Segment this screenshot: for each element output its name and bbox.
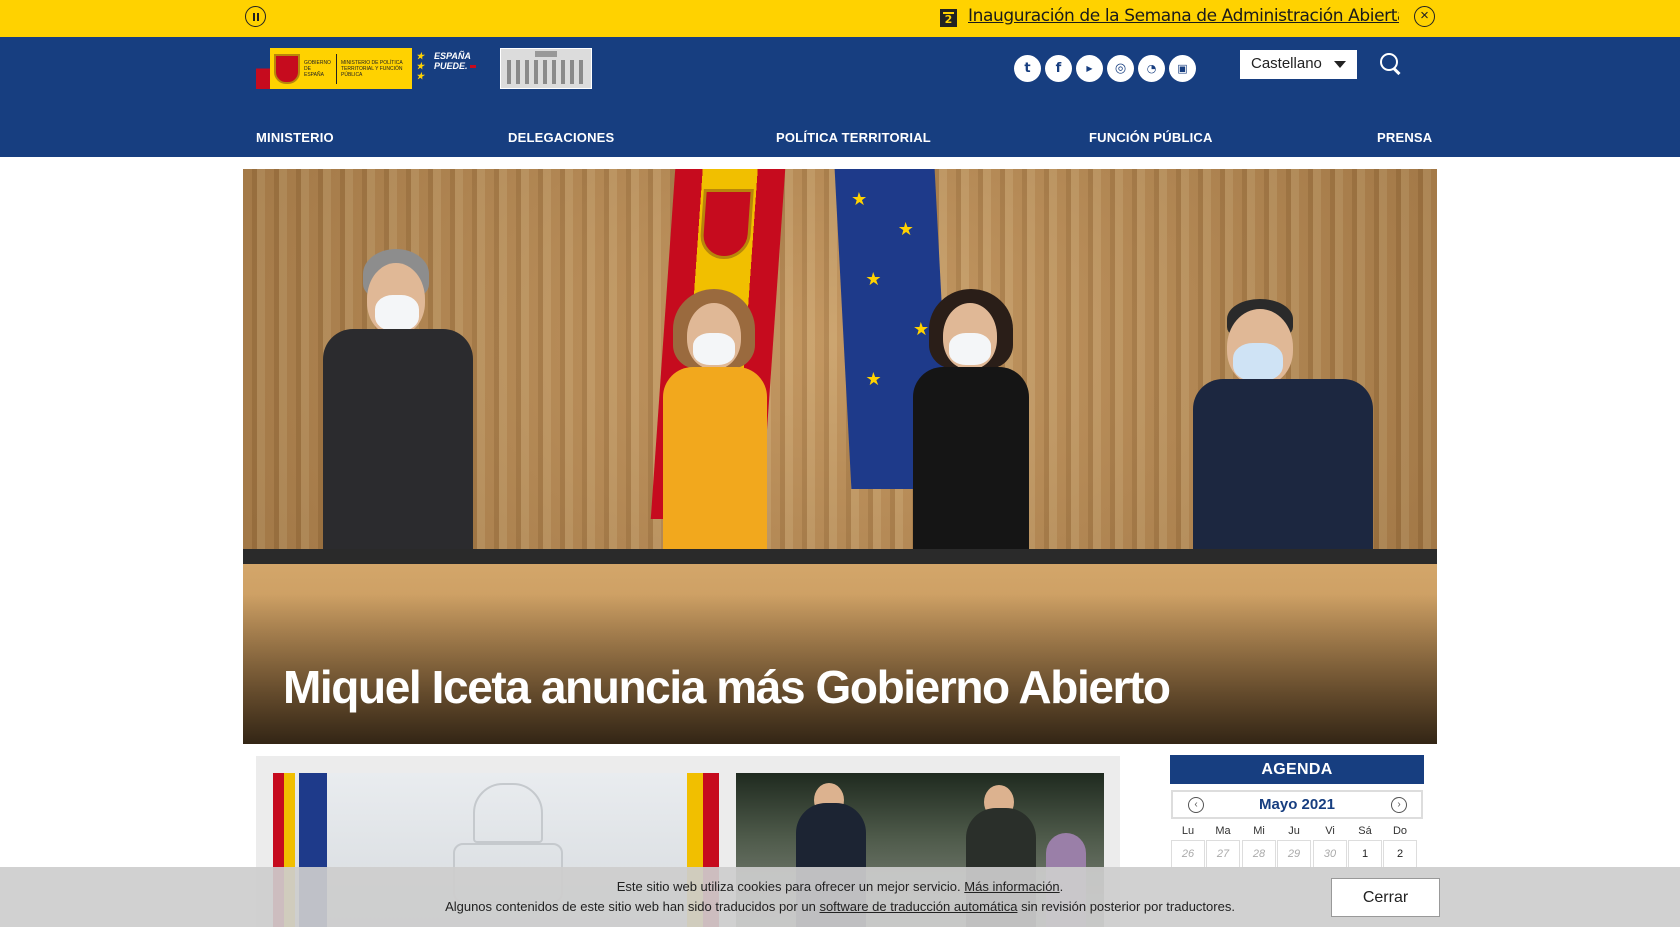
calendar-day[interactable]: 29 <box>1277 840 1311 868</box>
espana-puede-logo[interactable]: ★ ★ ★ ESPAÑA PUEDE. <box>416 51 480 85</box>
logo-text-ministerio: MINISTERIO DE POLÍTICA TERRITORIAL Y FUN… <box>341 59 403 78</box>
calendar-day[interactable]: 30 <box>1313 840 1347 868</box>
weekday-label: Ma <box>1215 825 1231 837</box>
coat-of-arms-icon <box>274 53 300 84</box>
logo-text-gobierno: GOBIERNO DE ESPAÑA <box>304 59 331 78</box>
language-select[interactable]: Castellano <box>1240 50 1357 79</box>
youtube-icon[interactable]: ▶ <box>1076 55 1103 82</box>
close-cookie-button[interactable]: Cerrar <box>1331 878 1440 917</box>
weekday-label: Vi <box>1325 825 1335 837</box>
translation-software-link[interactable]: software de traducción automática <box>819 899 1017 914</box>
hero-headline[interactable]: Miquel Iceta anuncia más Gobierno Abiert… <box>283 660 1171 714</box>
calendar-day[interactable]: 1 <box>1348 840 1382 868</box>
chevron-right-icon[interactable]: › <box>1391 797 1407 813</box>
logo-divider <box>336 53 337 84</box>
building-columns <box>507 60 585 84</box>
news-ticker: 2 Inauguración de la Semana de Administr… <box>0 0 1680 37</box>
logo-ep-line1: ESPAÑA <box>434 51 471 61</box>
coat-of-arms-icon <box>698 189 754 259</box>
chevron-left-icon[interactable]: ‹ <box>1188 797 1204 813</box>
logo-ep-line2: PUEDE. <box>434 61 480 71</box>
weekday-label: Lu <box>1181 825 1195 837</box>
cookie-text-1: Este sitio web utiliza cookies para ofre… <box>616 879 961 894</box>
calendar-day[interactable]: 28 <box>1242 840 1276 868</box>
site-header: GOBIERNO DE ESPAÑA MINISTERIO DE POLÍTIC… <box>0 37 1680 157</box>
cookie-text-1-end: . <box>1059 879 1064 894</box>
more-info-link[interactable]: Más información <box>964 879 1059 894</box>
calendar-month-label: Mayo 2021 <box>1259 796 1335 813</box>
ticker-headline-link[interactable]: Inauguración de la Semana de Administrac… <box>968 6 1399 26</box>
pause-icon[interactable] <box>245 6 266 27</box>
calendar-day[interactable]: 27 <box>1206 840 1240 868</box>
weekday-label: Do <box>1392 825 1408 837</box>
cookie-text-2-end: sin revisión posterior por traductores. <box>1021 899 1235 914</box>
nav-prensa[interactable]: PRENSA <box>1377 130 1432 145</box>
calendar-day[interactable]: 26 <box>1171 840 1205 868</box>
senate-building-logo[interactable] <box>500 48 592 89</box>
facebook-icon[interactable]: f <box>1045 55 1072 82</box>
weekday-label: Ju <box>1288 825 1300 837</box>
nav-politica-territorial[interactable]: POLÍTICA TERRITORIAL <box>776 130 931 145</box>
agenda-title: AGENDA <box>1170 755 1424 784</box>
rss-icon[interactable]: ◔ <box>1138 55 1165 82</box>
news-badge-icon: 2 <box>940 9 957 27</box>
weekday-label: Mi <box>1253 825 1265 837</box>
close-icon[interactable]: × <box>1414 6 1435 27</box>
calendar-day[interactable]: 2 <box>1383 840 1417 868</box>
building-roof <box>535 51 557 57</box>
twitch-icon[interactable]: ▣ <box>1169 55 1196 82</box>
calendar-month-bar: Mayo 2021 ‹ › <box>1171 790 1423 819</box>
nav-delegaciones[interactable]: DELEGACIONES <box>508 130 614 145</box>
nav-funcion-publica[interactable]: FUNCIÓN PÚBLICA <box>1089 130 1213 145</box>
nav-ministerio[interactable]: MINISTERIO <box>256 130 334 145</box>
news-badge-number: 2 <box>944 13 953 26</box>
instagram-icon[interactable]: ◎ <box>1107 55 1134 82</box>
crown-emblem-icon <box>473 783 543 843</box>
cookie-banner: Este sitio web utiliza cookies para ofre… <box>0 867 1680 927</box>
hero-banner[interactable]: ★ ★ ★ ★ ★ Miquel Iceta anuncia más Gobierno … <box>243 169 1437 744</box>
gobierno-espana-logo[interactable]: GOBIERNO DE ESPAÑA MINISTERIO DE POLÍTIC… <box>256 48 412 89</box>
flag-strip <box>256 48 270 89</box>
weekday-label: Sá <box>1358 825 1372 837</box>
search-icon[interactable] <box>1378 51 1404 77</box>
eu-stars-icon: ★ ★ ★ <box>416 51 425 81</box>
twitter-icon[interactable]: t <box>1014 55 1041 82</box>
cookie-text-2: Algunos contenidos de este sitio web han… <box>445 899 816 914</box>
